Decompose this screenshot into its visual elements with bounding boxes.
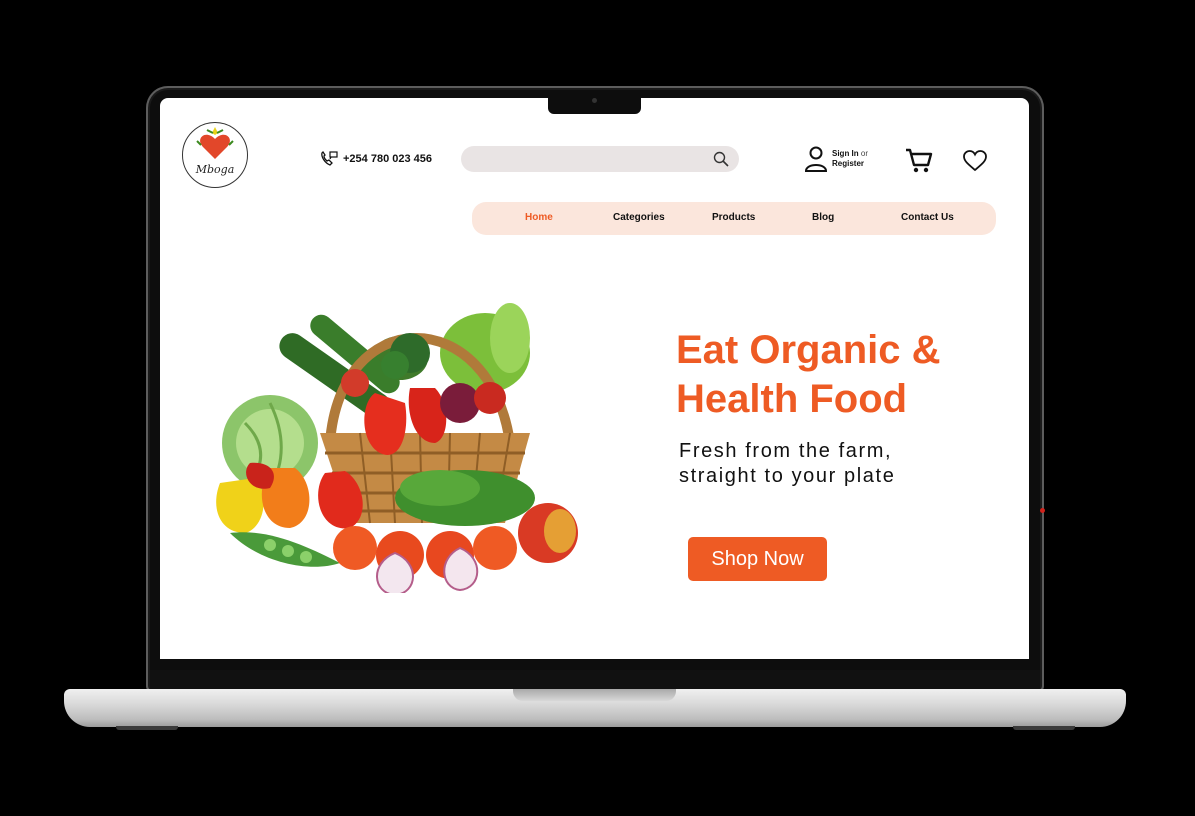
website-screen: Mboga +254 780 023 456 Sign In or Regist… <box>160 98 1029 659</box>
vegetable-basket-image <box>216 303 578 593</box>
search-input[interactable] <box>473 150 702 170</box>
phone-contact[interactable]: +254 780 023 456 <box>320 151 432 167</box>
logo-text: Mboga <box>195 163 235 176</box>
nav-item-products[interactable]: Products <box>712 212 755 223</box>
camera-icon <box>592 98 597 103</box>
account-link[interactable]: Sign In or Register <box>804 146 868 172</box>
hero-subtitle: Fresh from the farm, straight to your pl… <box>679 439 999 489</box>
nav-item-blog[interactable]: Blog <box>812 212 834 223</box>
laptop-foot-left <box>116 726 178 730</box>
search-bar[interactable] <box>461 146 739 172</box>
hero-subtitle-line2: straight to your plate <box>679 465 896 487</box>
main-nav: Home Categories Products Blog Contact Us <box>472 202 996 235</box>
laptop-foot-right <box>1013 726 1075 730</box>
phone-number: +254 780 023 456 <box>343 153 433 165</box>
nav-item-home[interactable]: Home <box>525 212 553 223</box>
account-text: Sign In or Register <box>832 149 868 169</box>
account-or: or <box>860 149 869 158</box>
hero-subtitle-line1: Fresh from the farm, <box>679 440 893 462</box>
shop-now-button[interactable]: Shop Now <box>688 537 827 581</box>
nav-item-categories[interactable]: Categories <box>613 212 665 223</box>
sign-in-link[interactable]: Sign In <box>832 149 859 158</box>
phone-icon <box>321 151 338 166</box>
indicator-dot <box>1040 508 1045 513</box>
register-link[interactable]: Register <box>832 159 864 168</box>
brand-logo[interactable]: Mboga <box>182 122 248 188</box>
heart-icon[interactable] <box>963 150 987 172</box>
nav-item-contact-us[interactable]: Contact Us <box>901 212 954 223</box>
logo-vegetables-icon <box>196 127 234 159</box>
user-icon <box>804 146 828 172</box>
hero-title: Eat Organic & Health Food <box>676 326 996 424</box>
hero-title-line2: Health Food <box>676 377 908 421</box>
cart-icon[interactable] <box>905 148 933 174</box>
hero-title-line1: Eat Organic & <box>676 328 941 372</box>
search-icon[interactable] <box>713 151 729 167</box>
laptop-bottom-bezel <box>150 670 1040 690</box>
laptop-base-notch <box>513 689 676 701</box>
